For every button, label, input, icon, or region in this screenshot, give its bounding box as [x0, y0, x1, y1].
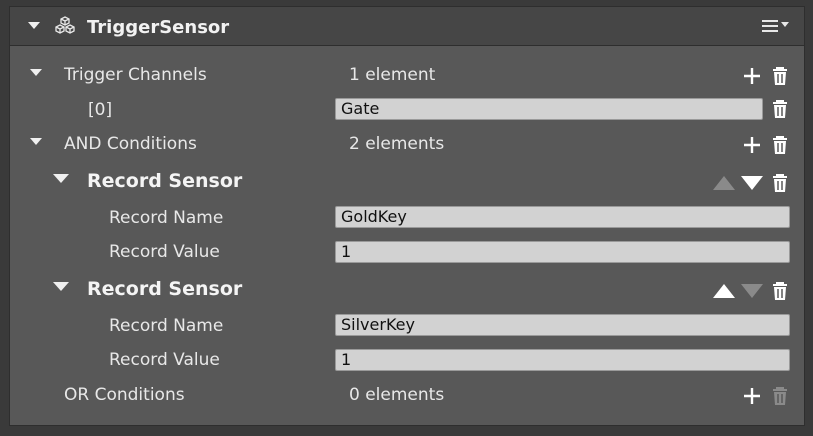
record-name-label: Record Name — [109, 316, 224, 336]
record-name-field[interactable]: SilverKey — [335, 314, 790, 336]
record-value-label: Record Value — [109, 242, 220, 262]
or-conditions-label: OR Conditions — [64, 385, 185, 405]
record-value-field[interactable]: 1 — [335, 241, 790, 263]
move-down-arrow-icon[interactable] — [741, 176, 763, 190]
record-value-field[interactable]: 1 — [335, 349, 790, 371]
and-conditions-label: AND Conditions — [64, 134, 197, 154]
trigger-channel-index: [0] — [88, 100, 113, 120]
add-and-condition-plus-icon[interactable] — [741, 134, 763, 156]
move-up-arrow-icon[interactable] — [713, 284, 735, 298]
record-sensor-1-title: Record Sensor — [87, 170, 243, 192]
record-name-label: Record Name — [109, 208, 224, 228]
record-sensor-1-expand-icon[interactable] — [53, 174, 69, 183]
add-or-condition-plus-icon[interactable] — [741, 385, 763, 407]
component-title: TriggerSensor — [87, 17, 230, 38]
move-down-arrow-icon[interactable] — [741, 284, 763, 298]
trigger-channels-label: Trigger Channels — [64, 65, 207, 85]
delete-record-sensor-1-trash-icon[interactable] — [769, 172, 791, 194]
delete-record-sensor-2-trash-icon[interactable] — [769, 280, 791, 302]
and-conditions-expand-icon[interactable] — [30, 138, 42, 145]
collapse-arrow-icon[interactable] — [28, 22, 40, 29]
and-conditions-count: 2 elements — [349, 134, 445, 154]
delete-trigger-channel-0-trash-icon[interactable] — [769, 98, 791, 120]
record-name-field[interactable]: GoldKey — [335, 206, 790, 228]
delete-or-conditions-trash-icon[interactable] — [769, 385, 791, 407]
or-conditions-count: 0 elements — [349, 385, 445, 405]
record-sensor-2-expand-icon[interactable] — [53, 282, 69, 291]
trigger-channels-expand-icon[interactable] — [30, 69, 42, 76]
component-header[interactable]: TriggerSensor — [10, 7, 804, 46]
trigger-channels-count: 1 element — [349, 65, 436, 85]
record-sensor-2-title: Record Sensor — [87, 278, 243, 300]
record-value-label: Record Value — [109, 350, 220, 370]
hamburger-menu-icon[interactable] — [762, 18, 789, 34]
component-cube-icon — [55, 16, 75, 34]
trigger-channel-0-field[interactable]: Gate — [335, 98, 763, 120]
delete-and-conditions-trash-icon[interactable] — [769, 134, 791, 156]
delete-trigger-channels-trash-icon[interactable] — [769, 65, 791, 87]
move-up-arrow-icon[interactable] — [713, 176, 735, 190]
add-trigger-channel-plus-icon[interactable] — [741, 65, 763, 87]
trigger-sensor-panel: TriggerSensor Trigger Channels 1 element… — [9, 6, 805, 426]
